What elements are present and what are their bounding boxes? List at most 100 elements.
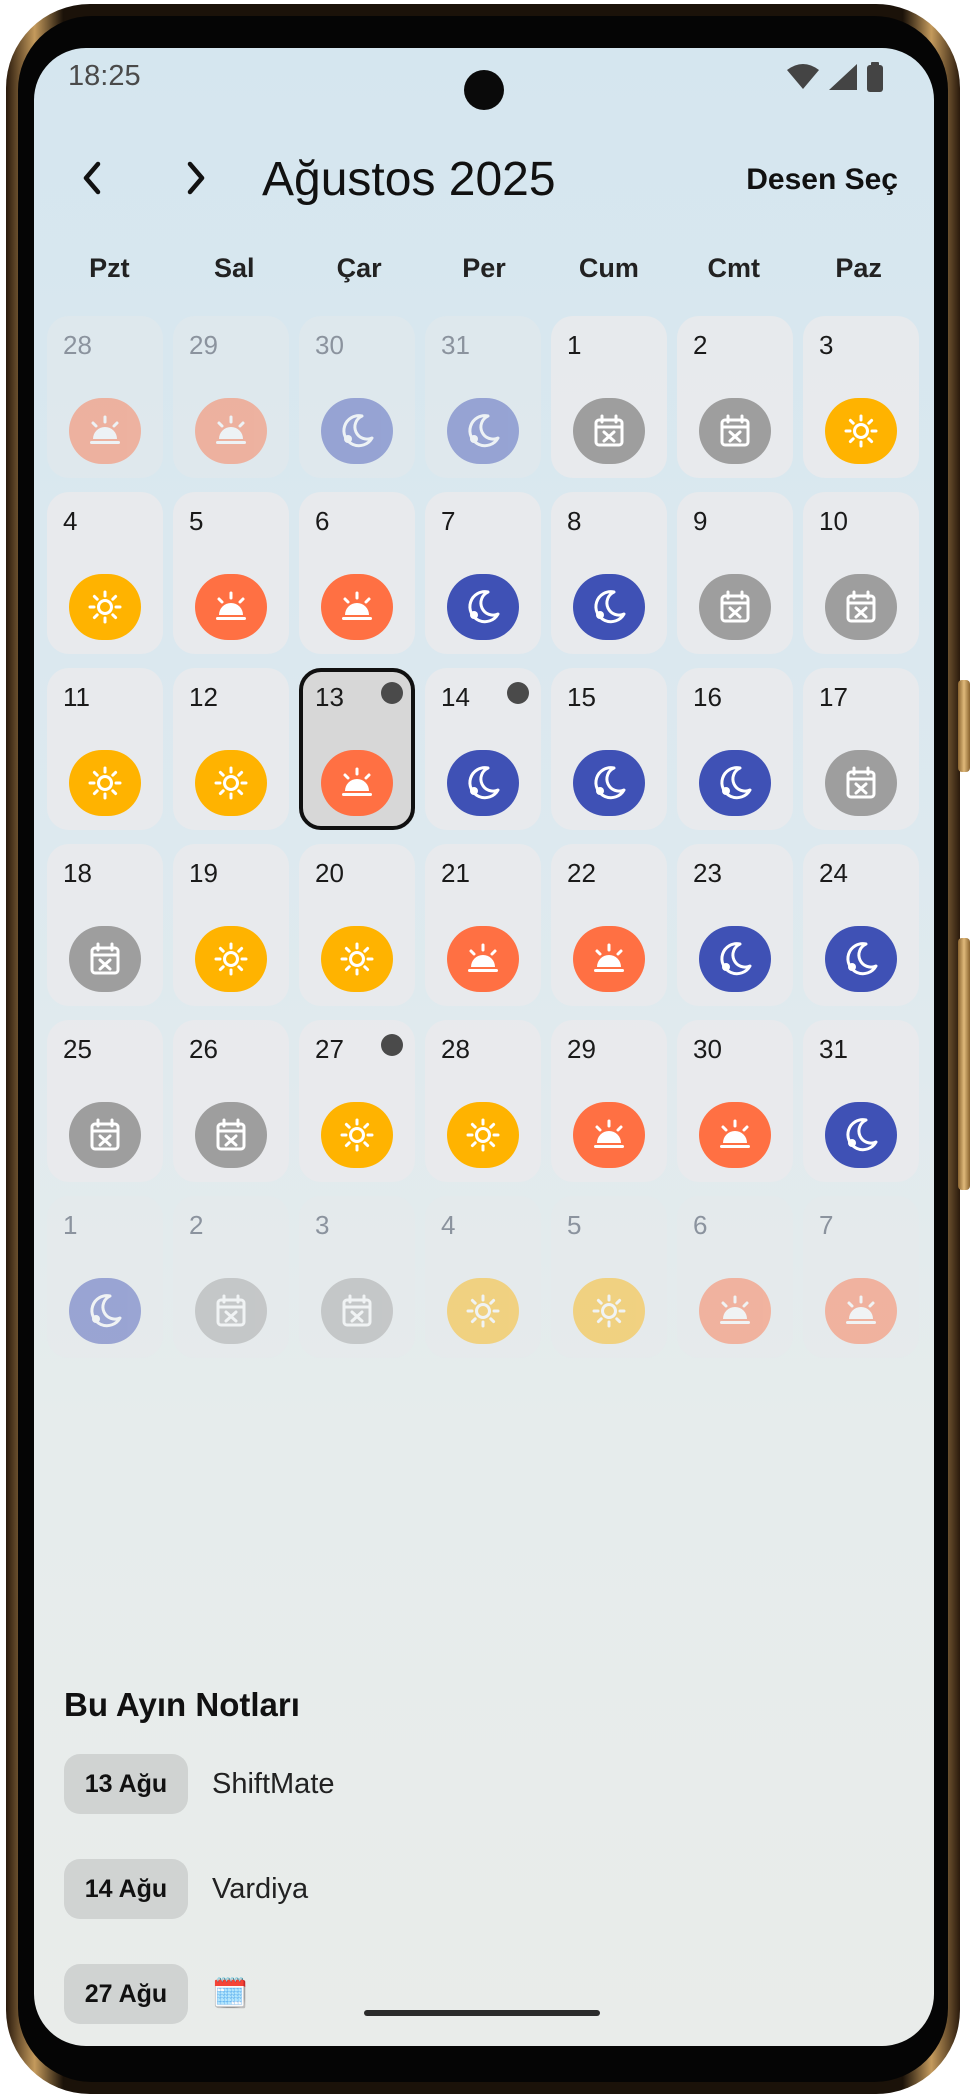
day-cell[interactable]: 1 [551, 316, 667, 478]
sunrise-icon [846, 1295, 876, 1324]
day-cell[interactable]: 22 [551, 844, 667, 1006]
day-number: 2 [189, 1210, 204, 1240]
day-cell[interactable]: 8 [551, 492, 667, 654]
shift-badge [573, 750, 645, 816]
note-date-chip: 13 Ağu [64, 1754, 188, 1814]
note-item[interactable]: 14 Ağu Vardiya [64, 1859, 308, 1919]
day-number: 16 [693, 682, 722, 712]
day-cell[interactable]: 3 [803, 316, 919, 478]
sunrise-icon [342, 767, 372, 796]
day-cell[interactable]: 6 [299, 492, 415, 654]
day-cell[interactable]: 27 [299, 1020, 415, 1182]
day-cell[interactable]: 26 [173, 1020, 289, 1182]
day-cell[interactable]: 25 [47, 1020, 163, 1182]
day-cell[interactable]: 6 [677, 1196, 793, 1358]
day-number: 17 [819, 682, 848, 712]
sun-icon [88, 766, 122, 800]
day-cell[interactable]: 9 [677, 492, 793, 654]
day-cell[interactable]: 17 [803, 668, 919, 830]
day-cell[interactable]: 31 [425, 316, 541, 478]
day-cell[interactable]: 2 [173, 1196, 289, 1358]
weekday-label: Paz [835, 253, 882, 283]
day-number: 1 [63, 1210, 78, 1240]
day-cell[interactable]: 30 [299, 316, 415, 478]
day-cell[interactable]: 21 [425, 844, 541, 1006]
day-cell[interactable]: 1 [47, 1196, 163, 1358]
day-number: 5 [189, 506, 204, 536]
calendar-off-icon [846, 590, 876, 623]
shift-badge [447, 398, 519, 464]
next-month-button[interactable] [166, 148, 226, 208]
calendar-off-icon [720, 414, 750, 447]
day-number: 12 [189, 682, 218, 712]
weekday-label: Cmt [707, 253, 760, 283]
day-cell[interactable]: 29 [551, 1020, 667, 1182]
shift-badge [69, 926, 141, 992]
day-cell[interactable]: 24 [803, 844, 919, 1006]
day-cell[interactable]: 14 [425, 668, 541, 830]
shift-badge [69, 1102, 141, 1168]
day-number: 11 [63, 682, 90, 712]
day-cell[interactable]: 28 [47, 316, 163, 478]
note-date-chip: 14 Ağu [64, 1859, 188, 1919]
day-cell[interactable]: 7 [803, 1196, 919, 1358]
note-item[interactable]: 27 Ağu 🗓️ [64, 1964, 248, 2024]
day-cell[interactable]: 23 [677, 844, 793, 1006]
sun-icon [466, 1118, 500, 1152]
shift-badge [69, 398, 141, 464]
note-text: 🗓️ [212, 1978, 249, 2010]
day-cell[interactable]: 7 [425, 492, 541, 654]
day-cell[interactable]: 5 [173, 492, 289, 654]
day-number: 18 [63, 858, 92, 888]
moon-icon [468, 414, 500, 448]
moon-icon [594, 766, 626, 800]
day-number: 4 [63, 506, 78, 536]
shift-badge [447, 926, 519, 992]
day-cell[interactable]: 11 [47, 668, 163, 830]
day-cell[interactable]: 3 [299, 1196, 415, 1358]
note-text: ShiftMate [212, 1767, 335, 1800]
signal-icon [829, 64, 857, 90]
shift-badge [321, 398, 393, 464]
shift-badge [321, 1102, 393, 1168]
shift-badge [195, 926, 267, 992]
day-cell[interactable]: 12 [173, 668, 289, 830]
shift-badge [825, 750, 897, 816]
day-number: 3 [819, 330, 834, 360]
sunrise-icon [216, 415, 246, 444]
day-number: 25 [63, 1034, 92, 1064]
day-cell[interactable]: 4 [47, 492, 163, 654]
shift-badge [825, 926, 897, 992]
shift-badge [573, 1102, 645, 1168]
day-cell-selected[interactable]: 13 [299, 668, 415, 830]
day-cell[interactable]: 20 [299, 844, 415, 1006]
shift-badge [573, 574, 645, 640]
day-number: 30 [693, 1034, 722, 1064]
note-item[interactable]: 13 Ağu ShiftMate [64, 1754, 335, 1814]
day-cell[interactable]: 2 [677, 316, 793, 478]
sunrise-icon [216, 591, 246, 620]
home-indicator[interactable] [364, 2010, 600, 2016]
prev-month-button[interactable] [62, 148, 122, 208]
day-cell[interactable]: 30 [677, 1020, 793, 1182]
side-button-bottom [958, 938, 970, 1190]
shift-badge [69, 1278, 141, 1344]
day-number: 9 [693, 506, 708, 536]
shift-badge [699, 1102, 771, 1168]
day-cell[interactable]: 16 [677, 668, 793, 830]
day-cell[interactable]: 5 [551, 1196, 667, 1358]
shift-badge [195, 574, 267, 640]
day-cell[interactable]: 10 [803, 492, 919, 654]
day-cell[interactable]: 4 [425, 1196, 541, 1358]
day-cell[interactable]: 31 [803, 1020, 919, 1182]
day-number: 22 [567, 858, 596, 888]
select-pattern-button[interactable]: Desen Seç [746, 140, 898, 220]
day-cell[interactable]: 15 [551, 668, 667, 830]
day-cell[interactable]: 28 [425, 1020, 541, 1182]
day-cell[interactable]: 19 [173, 844, 289, 1006]
day-cell[interactable]: 18 [47, 844, 163, 1006]
sun-icon [466, 1294, 500, 1328]
day-cell[interactable]: 29 [173, 316, 289, 478]
status-time: 18:25 [68, 60, 141, 92]
moon-icon [468, 590, 500, 624]
